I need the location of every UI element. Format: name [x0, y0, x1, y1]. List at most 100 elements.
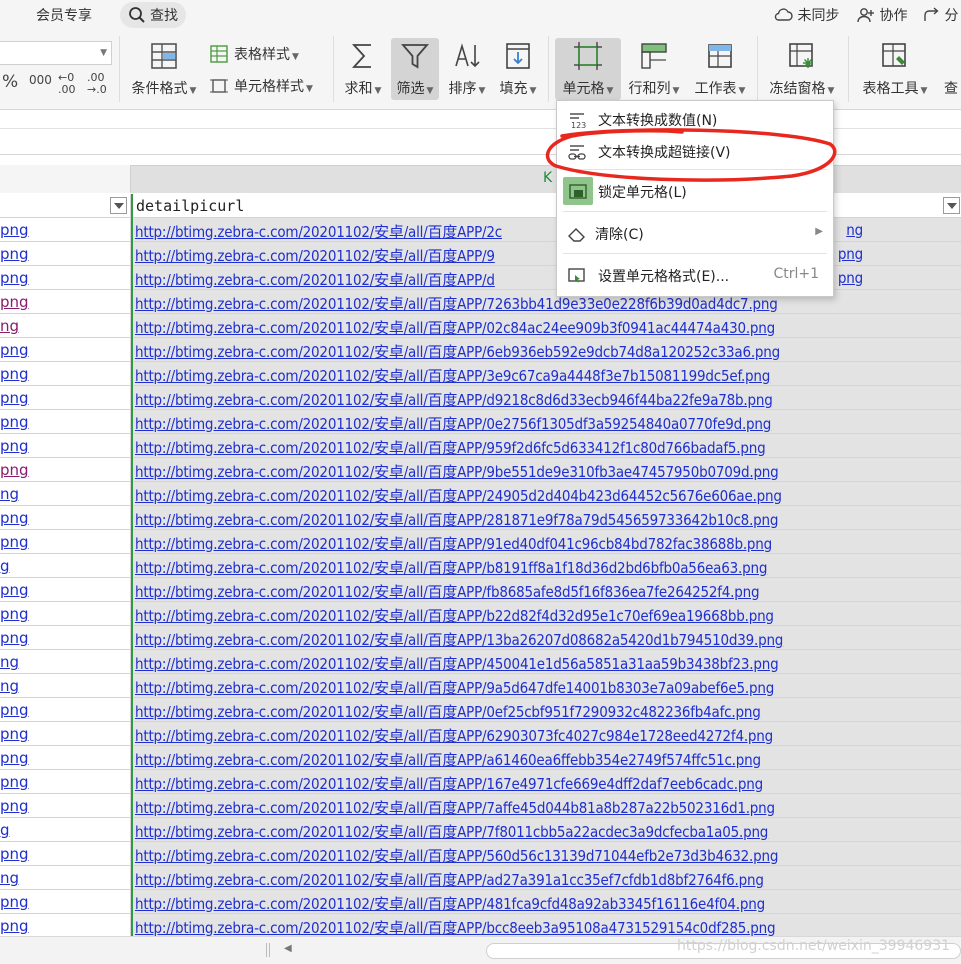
cell-link[interactable]: http://btimg.zebra-c.com/20201102/安卓/all… [135, 917, 776, 936]
cell-link[interactable]: http://btimg.zebra-c.com/20201102/安卓/all… [135, 821, 768, 841]
menu-item-text-to-hyperlink[interactable]: 文本转换成超链接(V) [557, 135, 833, 167]
cell-link-tail[interactable]: ng [846, 221, 863, 239]
table-row[interactable]: http://btimg.zebra-c.com/20201102/安卓/all… [133, 314, 961, 338]
table-row[interactable]: http://btimg.zebra-c.com/20201102/安卓/all… [133, 290, 961, 314]
cell-link[interactable]: png [0, 221, 29, 239]
table-row[interactable]: http://btimg.zebra-c.com/20201102/安卓/all… [133, 578, 961, 602]
table-row[interactable]: png [0, 434, 131, 458]
cell-link[interactable]: http://btimg.zebra-c.com/20201102/安卓/all… [135, 653, 779, 673]
table-row[interactable]: png [0, 386, 131, 410]
table-row[interactable]: png [0, 410, 131, 434]
table-row[interactable]: http://btimg.zebra-c.com/20201102/安卓/all… [133, 338, 961, 362]
cell-link[interactable]: http://btimg.zebra-c.com/20201102/安卓/all… [135, 773, 763, 793]
cell-link[interactable]: png [0, 293, 29, 311]
cell-link[interactable]: http://btimg.zebra-c.com/20201102/安卓/all… [135, 389, 773, 409]
table-row[interactable]: png [0, 338, 131, 362]
table-row[interactable]: http://btimg.zebra-c.com/20201102/安卓/all… [133, 602, 961, 626]
more-tools-button[interactable]: 查 [944, 38, 961, 100]
cell-link[interactable]: png [0, 533, 29, 551]
filter-button[interactable]: 筛选 ▼ [391, 38, 439, 100]
table-row[interactable]: png [0, 842, 131, 866]
table-row[interactable]: http://btimg.zebra-c.com/20201102/安卓/all… [133, 890, 961, 914]
thousands-format-button[interactable]: 000 [29, 74, 52, 86]
sync-status[interactable]: 未同步 [773, 5, 839, 25]
cell-link[interactable]: http://btimg.zebra-c.com/20201102/安卓/all… [135, 869, 764, 889]
table-row[interactable]: png [0, 626, 131, 650]
header-cell-j[interactable] [0, 194, 131, 218]
share-button[interactable]: 分 [922, 5, 958, 25]
cell-link[interactable]: http://btimg.zebra-c.com/20201102/安卓/all… [135, 797, 775, 817]
cell-link[interactable]: png [0, 893, 29, 911]
number-format-combo[interactable]: ▼ [0, 41, 112, 65]
cell-link-tail[interactable]: png [838, 245, 863, 263]
table-row[interactable]: png [0, 578, 131, 602]
table-row[interactable]: ng [0, 314, 131, 338]
table-row[interactable]: http://btimg.zebra-c.com/20201102/安卓/all… [133, 794, 961, 818]
cell-link[interactable]: http://btimg.zebra-c.com/20201102/安卓/all… [135, 269, 495, 289]
table-row[interactable]: png [0, 266, 131, 290]
table-row[interactable]: http://btimg.zebra-c.com/20201102/安卓/all… [133, 482, 961, 506]
cell-link[interactable]: http://btimg.zebra-c.com/20201102/安卓/all… [135, 581, 760, 601]
column-header-prev[interactable] [0, 165, 131, 193]
cell-link[interactable]: ng [0, 317, 19, 335]
percent-format-button[interactable]: % [2, 74, 18, 91]
scroll-left-icon[interactable]: ◀ [284, 943, 292, 954]
cell-menu-button[interactable]: 单元格 ▼ [555, 38, 621, 100]
cell-link[interactable]: png [0, 917, 29, 935]
cell-link[interactable]: http://btimg.zebra-c.com/20201102/安卓/all… [135, 701, 761, 721]
table-row[interactable]: g [0, 554, 131, 578]
cell-link[interactable]: http://btimg.zebra-c.com/20201102/安卓/all… [135, 533, 772, 553]
filter-dropdown-icon[interactable] [943, 197, 960, 214]
table-row[interactable]: ng [0, 650, 131, 674]
table-row[interactable]: http://btimg.zebra-c.com/20201102/安卓/all… [133, 722, 961, 746]
cell-link[interactable]: png [0, 365, 29, 383]
table-row[interactable]: http://btimg.zebra-c.com/20201102/安卓/all… [133, 554, 961, 578]
menu-member[interactable]: 会员专享 [36, 5, 92, 25]
table-row[interactable]: http://btimg.zebra-c.com/20201102/安卓/all… [133, 866, 961, 890]
cell-link[interactable]: png [0, 581, 29, 599]
cell-link[interactable]: http://btimg.zebra-c.com/20201102/安卓/all… [135, 629, 783, 649]
table-row[interactable]: png [0, 218, 131, 242]
cell-link[interactable]: png [0, 845, 29, 863]
table-row[interactable]: http://btimg.zebra-c.com/20201102/安卓/all… [133, 626, 961, 650]
collab-button[interactable]: 协作 [857, 5, 907, 25]
table-row[interactable]: http://btimg.zebra-c.com/20201102/安卓/all… [133, 458, 961, 482]
table-row[interactable]: png [0, 746, 131, 770]
cell-link[interactable]: http://btimg.zebra-c.com/20201102/安卓/all… [135, 317, 775, 337]
cell-link[interactable]: png [0, 773, 29, 791]
cell-link[interactable]: png [0, 629, 29, 647]
table-row[interactable]: http://btimg.zebra-c.com/20201102/安卓/all… [133, 914, 961, 936]
fill-button[interactable]: 填充 ▼ [495, 38, 541, 100]
cell-link[interactable]: http://btimg.zebra-c.com/20201102/安卓/all… [135, 485, 782, 505]
table-row[interactable]: http://btimg.zebra-c.com/20201102/安卓/all… [133, 506, 961, 530]
table-row[interactable]: http://btimg.zebra-c.com/20201102/安卓/all… [133, 218, 961, 242]
cell-link[interactable]: png [0, 245, 29, 263]
cell-link[interactable]: http://btimg.zebra-c.com/20201102/安卓/all… [135, 437, 766, 457]
cell-link[interactable]: png [0, 797, 29, 815]
table-row[interactable]: http://btimg.zebra-c.com/20201102/安卓/all… [133, 530, 961, 554]
table-row[interactable]: png [0, 722, 131, 746]
table-row[interactable]: png [0, 458, 131, 482]
cell-link[interactable]: ng [0, 653, 19, 671]
table-row[interactable]: http://btimg.zebra-c.com/20201102/安卓/all… [133, 818, 961, 842]
increase-decimal-button[interactable]: ←0 .00 [58, 72, 76, 96]
cell-link[interactable]: png [0, 749, 29, 767]
table-row[interactable]: http://btimg.zebra-c.com/20201102/安卓/all… [133, 650, 961, 674]
table-row[interactable]: http://btimg.zebra-c.com/20201102/安卓/all… [133, 434, 961, 458]
table-row[interactable]: ng [0, 866, 131, 890]
table-row[interactable]: png [0, 362, 131, 386]
table-row[interactable]: http://btimg.zebra-c.com/20201102/安卓/all… [133, 266, 961, 290]
table-row[interactable]: http://btimg.zebra-c.com/20201102/安卓/all… [133, 410, 961, 434]
cell-link[interactable]: png [0, 437, 29, 455]
search-button[interactable]: 查找 [120, 2, 186, 28]
table-row[interactable]: ng [0, 674, 131, 698]
cell-link-tail[interactable]: png [838, 269, 863, 287]
table-row[interactable]: png [0, 890, 131, 914]
table-row[interactable]: png [0, 914, 131, 936]
decrease-decimal-button[interactable]: .00 →.0 [87, 72, 107, 96]
table-row[interactable]: g [0, 818, 131, 842]
cell-link[interactable]: png [0, 413, 29, 431]
cell-link[interactable]: http://btimg.zebra-c.com/20201102/安卓/all… [135, 341, 780, 361]
table-row[interactable]: http://btimg.zebra-c.com/20201102/安卓/all… [133, 770, 961, 794]
cell-link[interactable]: ng [0, 485, 19, 503]
